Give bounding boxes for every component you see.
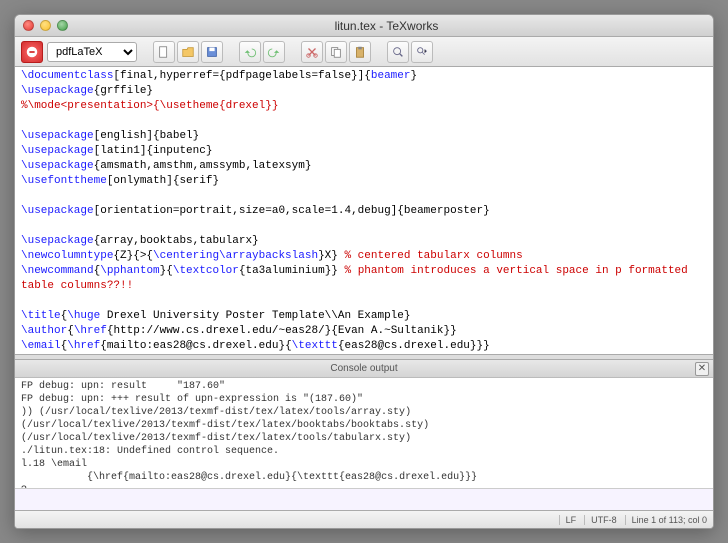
paste-button[interactable] xyxy=(349,41,371,63)
status-encoding: UTF-8 xyxy=(584,515,617,525)
titlebar[interactable]: litun.tex - TeXworks xyxy=(15,15,713,37)
console-input-wrap xyxy=(15,488,713,510)
new-file-button[interactable] xyxy=(153,41,175,63)
statusbar: LF UTF-8 Line 1 of 113; col 0 xyxy=(15,510,713,528)
editor-pane[interactable]: \documentclass[final,hyperref={pdfpagela… xyxy=(15,67,713,354)
minimize-window-button[interactable] xyxy=(40,20,51,31)
console-close-button[interactable]: ✕ xyxy=(695,362,709,376)
traffic-lights xyxy=(23,20,68,31)
redo-button[interactable] xyxy=(263,41,285,63)
console-input[interactable] xyxy=(15,489,713,510)
console-title: Console output xyxy=(330,363,397,374)
undo-button[interactable] xyxy=(239,41,261,63)
console-output[interactable]: FP debug: upn: result "187.60"FP debug: … xyxy=(15,378,713,488)
typeset-stop-button[interactable] xyxy=(21,41,43,63)
close-window-button[interactable] xyxy=(23,20,34,31)
engine-select[interactable]: pdfLaTeX xyxy=(47,42,137,62)
save-file-button[interactable] xyxy=(201,41,223,63)
app-window: litun.tex - TeXworks pdfLaTeX xyxy=(14,14,714,529)
status-position: Line 1 of 113; col 0 xyxy=(625,515,707,525)
replace-button[interactable] xyxy=(411,41,433,63)
copy-button[interactable] xyxy=(325,41,347,63)
search-button[interactable] xyxy=(387,41,409,63)
window-title: litun.tex - TeXworks xyxy=(68,19,705,33)
open-file-button[interactable] xyxy=(177,41,199,63)
toolbar: pdfLaTeX xyxy=(15,37,713,67)
status-lineending: LF xyxy=(559,515,577,525)
console-header: Console output ✕ xyxy=(15,360,713,378)
cut-button[interactable] xyxy=(301,41,323,63)
zoom-window-button[interactable] xyxy=(57,20,68,31)
